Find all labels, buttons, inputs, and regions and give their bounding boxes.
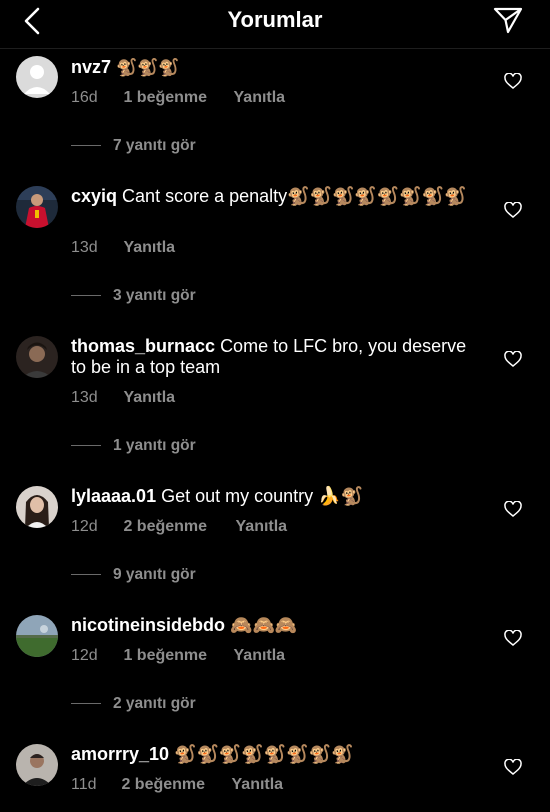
avatar[interactable] (16, 486, 58, 528)
comment-time: 13d (71, 389, 98, 406)
reply-button[interactable]: Yanıtla (236, 517, 288, 537)
view-replies-label: 1 yanıtı gör (113, 437, 196, 454)
reply-button[interactable]: Yanıtla (234, 646, 286, 666)
comment-time: 12d (71, 518, 98, 535)
view-replies-button[interactable]: 3 yanıtı gör (71, 286, 196, 306)
divider (71, 295, 101, 297)
header: Yorumlar (0, 0, 550, 49)
comment-body: amorrry_10 🐒🐒🐒🐒🐒🐒🐒🐒 (71, 744, 471, 765)
view-replies-label: 3 yanıtı gör (113, 287, 196, 304)
comment-meta: 11d 2 beğenme Yanıtla (71, 775, 283, 795)
comment-text: Cant score a penalty🐒🐒🐒🐒🐒🐒🐒🐒 (122, 186, 467, 206)
comment-meta: 12d 1 beğenme Yanıtla (71, 646, 285, 666)
comment-likes[interactable]: 2 beğenme (121, 775, 205, 795)
avatar[interactable] (16, 336, 58, 378)
comment-text: Get out my country 🍌🐒 (161, 486, 363, 506)
view-replies-label: 9 yanıtı gör (113, 566, 196, 583)
comment-username[interactable]: thomas_burnacc (71, 336, 215, 356)
view-replies-button[interactable]: 9 yanıtı gör (71, 565, 196, 585)
comment-username[interactable]: nicotineinsidebdo (71, 615, 225, 635)
view-replies-button[interactable]: 1 yanıtı gör (71, 436, 196, 456)
comment-likes[interactable]: 2 beğenme (123, 517, 207, 537)
view-replies-button[interactable]: 7 yanıtı gör (71, 136, 196, 156)
comment-likes[interactable]: 1 beğenme (123, 88, 207, 108)
reply-button[interactable]: Yanıtla (232, 775, 284, 795)
divider (71, 145, 101, 147)
heart-icon[interactable] (504, 501, 522, 517)
comment-body: nicotineinsidebdo 🙈🙈🙈 (71, 615, 471, 636)
comment-text: 🐒🐒🐒 (116, 58, 180, 77)
reply-button[interactable]: Yanıtla (123, 238, 175, 258)
heart-icon[interactable] (504, 630, 522, 646)
reply-button[interactable]: Yanıtla (234, 88, 286, 108)
heart-icon[interactable] (504, 73, 522, 89)
view-replies-label: 2 yanıtı gör (113, 695, 196, 712)
comment-text: 🐒🐒🐒🐒🐒🐒🐒🐒 (174, 744, 354, 764)
avatar[interactable] (16, 56, 58, 98)
avatar[interactable] (16, 615, 58, 657)
comment-time: 16d (71, 89, 98, 106)
comment-time: 13d (71, 239, 98, 256)
comment-body: lylaaaa.01 Get out my country 🍌🐒 (71, 486, 471, 507)
comment-likes[interactable]: 1 beğenme (123, 646, 207, 666)
comment-body: thomas_burnacc Come to LFC bro, you dese… (71, 336, 471, 378)
comment-meta: 13d Yanıtla (71, 388, 175, 408)
divider (71, 574, 101, 576)
comment-meta: 16d 1 beğenme Yanıtla (71, 88, 285, 108)
heart-icon[interactable] (504, 351, 522, 367)
comment-username[interactable]: nvz7 (71, 57, 111, 77)
comment-text: 🙈🙈🙈 (230, 615, 298, 635)
reply-button[interactable]: Yanıtla (123, 388, 175, 408)
comment-meta: 13d Yanıtla (71, 238, 175, 258)
comment-username[interactable]: cxyiq (71, 186, 117, 206)
view-replies-label: 7 yanıtı gör (113, 137, 196, 154)
view-replies-button[interactable]: 2 yanıtı gör (71, 694, 196, 714)
comment-meta: 12d 2 beğenme Yanıtla (71, 517, 287, 537)
avatar[interactable] (16, 744, 58, 786)
comment-username[interactable]: lylaaaa.01 (71, 486, 156, 506)
comment-time: 11d (71, 776, 97, 793)
comment-time: 12d (71, 647, 98, 664)
comment-username[interactable]: amorrry_10 (71, 744, 169, 764)
comment-body: nvz7 🐒🐒🐒 (71, 57, 471, 78)
page-title: Yorumlar (227, 7, 323, 32)
avatar[interactable] (16, 186, 58, 228)
comment-body: cxyiq Cant score a penalty🐒🐒🐒🐒🐒🐒🐒🐒 (71, 186, 471, 207)
divider (71, 445, 101, 447)
divider (71, 703, 101, 705)
heart-icon[interactable] (504, 759, 522, 775)
heart-icon[interactable] (504, 202, 522, 218)
paper-plane-icon[interactable] (492, 5, 524, 35)
